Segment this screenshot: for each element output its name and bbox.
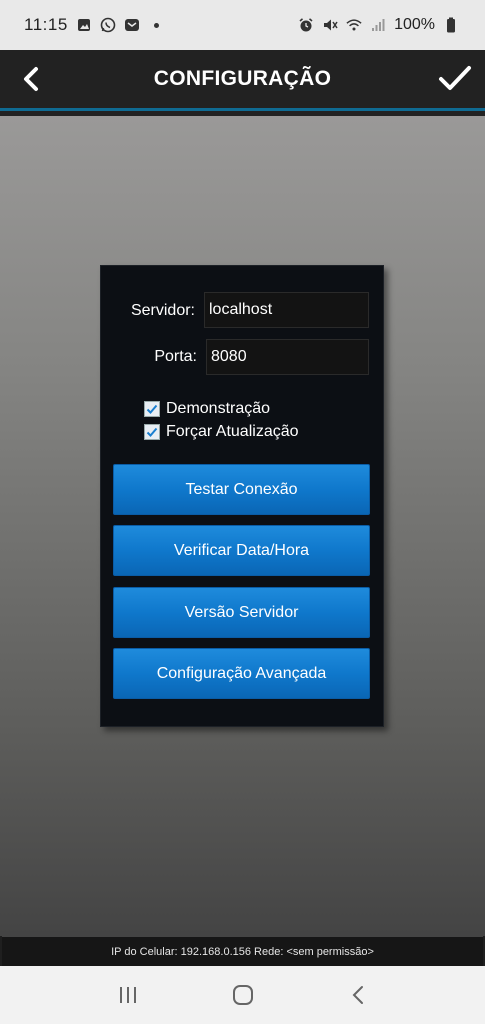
port-label: Porta: — [154, 348, 197, 365]
mail-icon — [124, 17, 140, 33]
back-arrow-icon[interactable] — [16, 62, 46, 96]
back-icon[interactable] — [338, 975, 378, 1015]
confirm-check-icon[interactable] — [435, 58, 475, 98]
demo-checkbox[interactable] — [144, 401, 160, 417]
status-bar-left: 11:15 — [24, 15, 159, 35]
force-update-checkbox-label: Forçar Atualização — [166, 423, 299, 440]
server-input[interactable]: localhost — [204, 292, 369, 328]
home-icon[interactable] — [223, 975, 263, 1015]
app-bar: CONFIGURAÇÃO — [0, 50, 485, 108]
status-bar-right: 100% — [298, 16, 459, 34]
ip-info-bar: IP do Celular: 192.168.0.156 Rede: <sem … — [2, 936, 483, 966]
signal-icon — [370, 17, 386, 33]
mute-icon — [322, 17, 338, 33]
battery-icon — [443, 17, 459, 33]
wifi-icon — [346, 17, 362, 33]
system-nav-bar — [0, 966, 485, 1024]
alarm-icon — [298, 17, 314, 33]
force-update-checkbox-row[interactable]: Forçar Atualização — [144, 423, 299, 441]
checkmark-icon — [146, 427, 158, 437]
status-time: 11:15 — [24, 15, 68, 34]
test-connection-button[interactable]: Testar Conexão — [113, 464, 370, 515]
gallery-icon — [76, 17, 92, 33]
demo-checkbox-label: Demonstração — [166, 400, 271, 417]
check-datetime-button[interactable]: Verificar Data/Hora — [113, 525, 370, 576]
force-update-checkbox[interactable] — [144, 424, 160, 440]
port-input[interactable]: 8080 — [206, 339, 369, 375]
checkmark-icon — [146, 404, 158, 414]
demo-checkbox-row[interactable]: Demonstração — [144, 400, 270, 418]
battery-percent: 100% — [394, 16, 435, 33]
advanced-config-button[interactable]: Configuração Avançada — [113, 648, 370, 699]
whatsapp-icon — [100, 17, 116, 33]
server-version-button[interactable]: Versão Servidor — [113, 587, 370, 638]
app-bar-accent-line — [0, 108, 485, 116]
ip-info-text: IP do Celular: 192.168.0.156 Rede: <sem … — [111, 945, 374, 958]
server-label: Servidor: — [130, 302, 195, 319]
status-bar: 11:15 100% — [0, 0, 485, 50]
config-panel: Servidor: localhost Porta: 8080 Demonstr… — [100, 265, 384, 727]
notification-dot-icon — [153, 22, 159, 28]
page-title: CONFIGURAÇÃO — [153, 67, 332, 90]
recent-apps-icon[interactable] — [108, 975, 148, 1015]
